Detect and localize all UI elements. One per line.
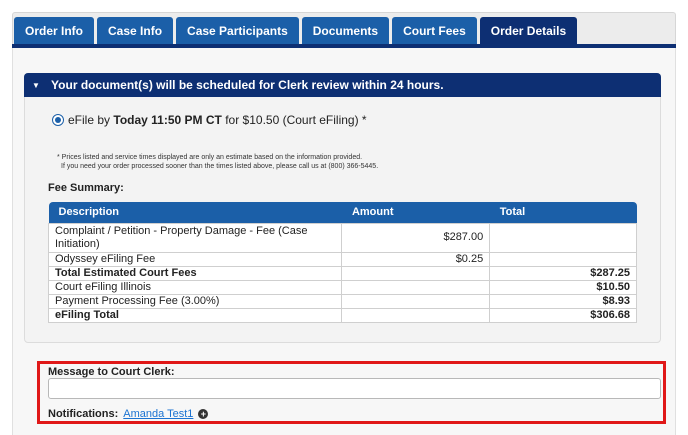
table-row: Complaint / Petition - Property Damage -… (47, 222, 637, 253)
table-row: Court eFiling Illinois $10.50 (47, 279, 637, 295)
row-total (489, 222, 637, 253)
panel-header[interactable]: ▼ Your document(s) will be scheduled for… (24, 73, 661, 97)
row-total (489, 251, 637, 267)
row-total: $8.93 (489, 293, 637, 309)
tab-bar: Order Info Case Info Case Participants D… (14, 17, 578, 45)
tab-case-participants[interactable]: Case Participants (176, 17, 299, 45)
efile-option[interactable]: eFile by Today 11:50 PM CT for $10.50 (C… (52, 113, 367, 127)
tab-court-fees[interactable]: Court Fees (392, 17, 477, 45)
table-row: Odyssey eFiling Fee $0.25 (47, 251, 637, 267)
add-circle-icon[interactable]: + (198, 409, 209, 419)
table-header-row: Description Amount Total (48, 202, 637, 223)
disclaimer-line-2: If you need your order processed sooner … (61, 163, 379, 170)
tab-documents[interactable]: Documents (301, 17, 390, 45)
price-disclaimer: * Prices listed and service times displa… (57, 153, 378, 171)
notification-recipient-link[interactable]: Amanda Test1 (123, 408, 193, 420)
row-description: eFiling Total (47, 307, 343, 323)
tab-order-info[interactable]: Order Info (14, 17, 95, 45)
row-total: $287.25 (489, 265, 637, 281)
column-header-total: Total (489, 202, 637, 223)
message-to-clerk-input[interactable] (48, 378, 661, 399)
row-description: Court eFiling Illinois (47, 279, 343, 295)
row-amount (341, 279, 491, 295)
efile-suffix: for $10.50 (Court eFiling) * (225, 113, 367, 127)
efile-time: Today 11:50 PM CT (113, 113, 222, 127)
row-amount: $287.00 (341, 222, 491, 253)
table-row: Payment Processing Fee (3.00%) $8.93 (47, 293, 637, 309)
column-header-description: Description (48, 202, 342, 223)
message-label: Message to Court Clerk: (48, 366, 175, 378)
column-header-amount: Amount (341, 202, 490, 223)
tab-case-info[interactable]: Case Info (97, 17, 174, 45)
row-total: $10.50 (489, 279, 637, 295)
panel-header-text: Your document(s) will be scheduled for C… (51, 78, 444, 92)
row-description: Payment Processing Fee (3.00%) (47, 293, 343, 309)
disclaimer-line-1: * Prices listed and service times displa… (57, 154, 363, 161)
fee-summary-table: Description Amount Total Complaint / Pet… (47, 202, 637, 323)
notifications-label: Notifications: (48, 408, 119, 420)
efile-radio[interactable] (52, 114, 64, 126)
row-description: Complaint / Petition - Property Damage -… (47, 222, 343, 253)
fee-summary-title: Fee Summary: (48, 182, 124, 194)
table-row: Total Estimated Court Fees $287.25 (47, 265, 637, 281)
row-amount: $0.25 (341, 251, 491, 267)
efile-prefix: eFile by (68, 113, 111, 127)
row-description: Odyssey eFiling Fee (47, 251, 343, 267)
tab-order-details[interactable]: Order Details (479, 17, 578, 45)
row-amount (341, 293, 491, 309)
row-description: Total Estimated Court Fees (47, 265, 343, 281)
row-total: $306.68 (489, 307, 637, 323)
caret-down-icon: ▼ (32, 81, 40, 90)
notifications-row: Notifications: Amanda Test1 + (48, 408, 209, 420)
table-row: eFiling Total $306.68 (47, 307, 637, 323)
row-amount (341, 265, 491, 281)
row-amount (341, 307, 491, 323)
